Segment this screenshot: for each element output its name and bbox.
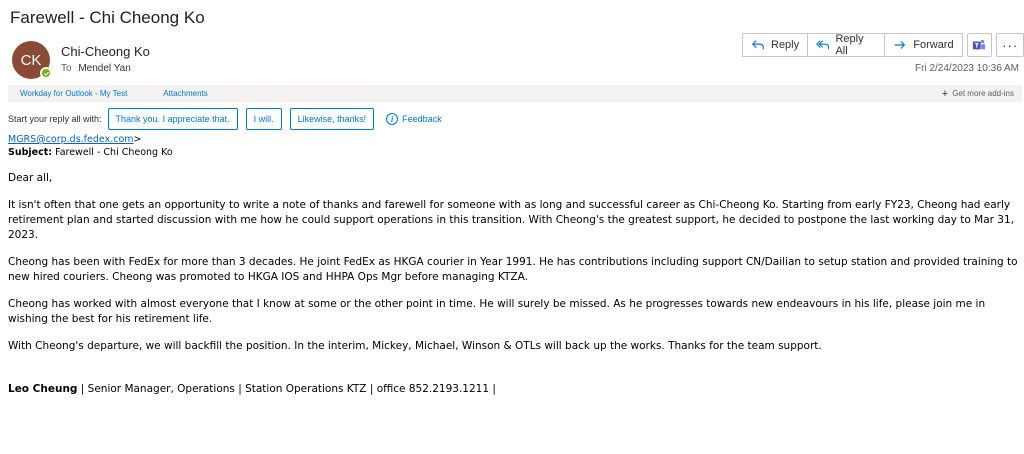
forward-button[interactable]: Forward: [885, 33, 963, 57]
teams-icon: [973, 39, 986, 50]
forward-icon: [895, 41, 906, 49]
subject-label: Subject:: [8, 147, 53, 158]
addin-attachments[interactable]: Attachments: [163, 89, 207, 98]
teams-button[interactable]: [966, 33, 993, 57]
message-actions: Reply Reply All Forward ···: [742, 33, 1024, 57]
more-icon: ···: [1002, 37, 1019, 53]
email-subject: Farewell - Chi Cheong Ko: [10, 8, 205, 27]
signature: Leo Cheung | Senior Manager, Operations …: [8, 382, 1020, 397]
suggested-replies: Start your reply all with: Thank you. I …: [8, 108, 442, 130]
suggested-reply-3[interactable]: Likewise, thanks!: [289, 108, 375, 130]
from-email-link[interactable]: MGRS@corp.ds.fedex.com: [8, 134, 134, 145]
reply-all-label: Reply All: [835, 33, 864, 57]
addin-workday[interactable]: Workday for Outlook - My Test: [20, 89, 127, 98]
more-actions-button[interactable]: ···: [996, 33, 1024, 57]
addins-bar: Workday for Outlook - My Test Attachment…: [8, 85, 1022, 102]
message-body: MGRS@corp.ds.fedex.com> Subject: Farewel…: [8, 133, 1020, 397]
body-paragraph: Cheong has worked with almost everyone t…: [8, 298, 986, 325]
feedback-label: Feedback: [402, 114, 442, 124]
suggested-replies-prompt: Start your reply all with:: [8, 114, 102, 124]
body-paragraph: It isn't often that one gets an opportun…: [8, 199, 1015, 241]
forward-label: Forward: [913, 39, 954, 51]
quoted-subject-line: Subject: Farewell - Chi Cheong Ko: [8, 146, 1020, 159]
from-suffix: >: [133, 134, 142, 145]
reply-icon: [751, 40, 764, 50]
suggested-reply-2[interactable]: I will.: [245, 108, 282, 130]
get-more-addins-button[interactable]: + Get more add-ins: [942, 88, 1014, 100]
reply-all-icon: [816, 40, 830, 50]
greeting: Dear all,: [8, 172, 53, 184]
reply-button[interactable]: Reply: [742, 33, 809, 57]
body-paragraph: With Cheong's departure, we will backfil…: [8, 340, 822, 352]
quoted-subject: Farewell - Chi Cheong Ko: [52, 147, 173, 158]
reply-button-group: Reply Reply All Forward: [742, 33, 963, 57]
info-icon: i: [386, 113, 399, 125]
to-label: To: [61, 63, 72, 74]
recipient-line: To Mendel Yan: [61, 63, 131, 74]
avatar-initials: CK: [20, 51, 42, 69]
signature-details: | Senior Manager, Operations | Station O…: [77, 383, 496, 395]
plus-icon: +: [941, 87, 949, 100]
recipient-name[interactable]: Mendel Yan: [78, 63, 130, 74]
feedback-link[interactable]: i Feedback: [386, 113, 442, 125]
get-more-addins-label: Get more add-ins: [952, 89, 1014, 98]
received-date: Fri 2/24/2023 10:36 AM: [915, 63, 1019, 74]
signature-name: Leo Cheung: [8, 383, 78, 395]
quoted-from-line: MGRS@corp.ds.fedex.com>: [8, 133, 1020, 146]
sender-name[interactable]: Chi-Cheong Ko: [61, 44, 150, 59]
reply-label: Reply: [771, 39, 800, 51]
suggested-reply-1[interactable]: Thank you. I appreciate that.: [107, 108, 238, 130]
body-paragraph: Cheong has been with FedEx for more than…: [8, 256, 1018, 283]
reply-all-button[interactable]: Reply All: [808, 33, 886, 57]
presence-available-icon: [40, 67, 52, 79]
